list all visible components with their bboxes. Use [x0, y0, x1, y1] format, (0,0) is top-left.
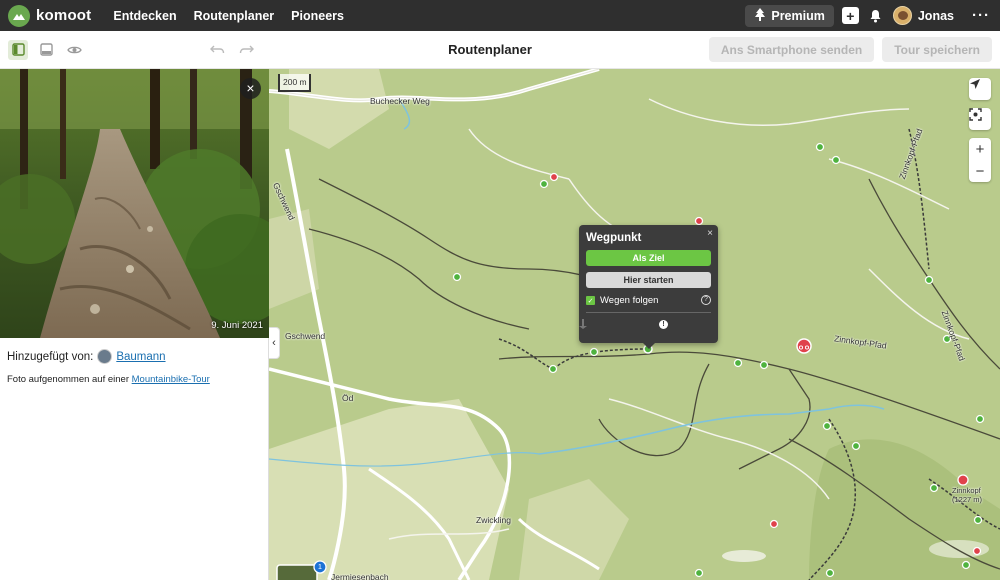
route-map[interactable]: 200 m Buchecker Weg Gschwend Gschwend Öd… — [269, 69, 1000, 580]
zoom-control: + − — [969, 138, 991, 182]
user-avatar — [892, 6, 912, 25]
user-name: Jonas — [917, 8, 954, 23]
trail-photo[interactable]: × 9. Juni 2021 — [0, 69, 269, 338]
popup-divider — [586, 312, 711, 313]
follow-paths-checkbox-icon[interactable]: ✓ — [586, 296, 595, 305]
warning-icon[interactable]: ! — [659, 319, 669, 329]
premium-tree-icon — [754, 7, 766, 24]
save-tour-button[interactable]: Tour speichern — [882, 37, 992, 62]
pin-icon[interactable] — [579, 319, 639, 329]
notifications-bell-icon[interactable] — [867, 7, 885, 25]
zoom-in-icon[interactable]: + — [969, 138, 991, 160]
app-root: komoot Entdecken Routenplaner Pioneers P… — [0, 0, 1000, 580]
added-by-row: Hinzugefügt von: Baumann — [7, 349, 166, 364]
create-plus-icon[interactable]: + — [841, 7, 859, 24]
map-only-eye-icon[interactable] — [64, 40, 84, 60]
redo-icon[interactable] — [239, 41, 254, 59]
fit-route-icon[interactable] — [969, 108, 991, 130]
caption-prefix: Foto aufgenommen auf einer — [7, 374, 129, 385]
map-scale-bar: 200 m — [278, 74, 311, 92]
send-to-smartphone-button[interactable]: Ans Smartphone senden — [708, 37, 875, 62]
komoot-mountain-icon — [8, 4, 30, 27]
nav-link-pioneers[interactable]: Pioneers — [291, 9, 344, 23]
highlight-side-panel: × 9. Juni 2021 Hinzugefügt von: Baumann … — [0, 69, 269, 580]
mountainbike-tour-link[interactable]: Mountainbike-Tour — [132, 374, 210, 385]
added-by-label: Hinzugefügt von: — [7, 350, 94, 363]
brand-name: komoot — [36, 7, 92, 24]
locate-me-arrow-icon[interactable] — [969, 78, 991, 100]
nav-link-routenplaner[interactable]: Routenplaner — [194, 9, 275, 23]
undo-icon[interactable] — [210, 41, 225, 59]
more-options-icon[interactable]: ··· — [972, 7, 990, 24]
collapse-panel-chevron-icon[interactable]: ‹ — [269, 327, 280, 359]
set-as-destination-button[interactable]: Als Ziel — [586, 250, 711, 266]
close-photo-icon[interactable]: × — [240, 78, 261, 99]
popup-close-icon[interactable]: × — [707, 228, 713, 239]
premium-button[interactable]: Premium — [745, 4, 834, 27]
main-nav-links: Entdecken Routenplaner Pioneers — [113, 9, 344, 23]
planner-toolbar: Routenplaner Ans Smartphone senden Tour … — [0, 31, 1000, 69]
trail-photo-illustration — [0, 69, 269, 338]
label-zwickling: Zwickling — [476, 515, 511, 525]
brand-logo[interactable]: komoot — [8, 4, 92, 27]
top-navigation: komoot Entdecken Routenplaner Pioneers P… — [0, 0, 1000, 31]
waypoint-popup: Wegpunkt × Als Ziel Hier starten ✓ Wegen… — [579, 225, 718, 349]
help-icon[interactable]: ? — [701, 295, 711, 305]
start-here-button[interactable]: Hier starten — [586, 272, 711, 288]
zoom-out-icon[interactable]: − — [969, 160, 991, 182]
bike-highlight-pin — [796, 338, 812, 354]
photo-caption: Foto aufgenommen auf einer Mountainbike-… — [7, 374, 210, 385]
contributor-link[interactable]: Baumann — [116, 351, 165, 363]
label-zinnkopf: Zinnkopf — [952, 486, 981, 495]
follow-paths-toggle[interactable]: ✓ Wegen folgen — [586, 295, 658, 306]
nav-link-entdecken[interactable]: Entdecken — [113, 9, 176, 23]
locate-control — [969, 78, 991, 100]
label-jermiesenbach: Jermiesenbach — [331, 572, 389, 580]
toolbar-actions: Ans Smartphone senden Tour speichern — [708, 37, 992, 62]
premium-label: Premium — [771, 8, 825, 23]
recenter-control — [969, 108, 991, 130]
contributor-avatar[interactable] — [97, 349, 113, 364]
sidebar-view-icon[interactable] — [8, 39, 28, 60]
view-mode-icons — [8, 39, 84, 60]
photo-date: 9. Juni 2021 — [211, 320, 263, 331]
bottom-panel-view-icon[interactable] — [36, 40, 56, 60]
peak-pin — [957, 474, 969, 486]
user-menu[interactable]: Jonas — [892, 6, 954, 25]
label-gschwend-place: Gschwend — [285, 331, 326, 341]
nav-right-group: Premium + Jonas ··· — [745, 4, 990, 27]
popup-action-icons: ! — [579, 319, 718, 329]
follow-paths-label: Wegen folgen — [600, 295, 659, 306]
label-buchecker-weg: Buchecker Weg — [370, 96, 430, 106]
popup-title: Wegpunkt — [586, 232, 642, 244]
photo-cluster-count[interactable]: 1 — [317, 562, 323, 571]
undo-redo-group — [210, 41, 254, 59]
label-od: Öd — [342, 393, 354, 403]
label-zinnkopf-elevation: (1227 m) — [952, 495, 983, 504]
